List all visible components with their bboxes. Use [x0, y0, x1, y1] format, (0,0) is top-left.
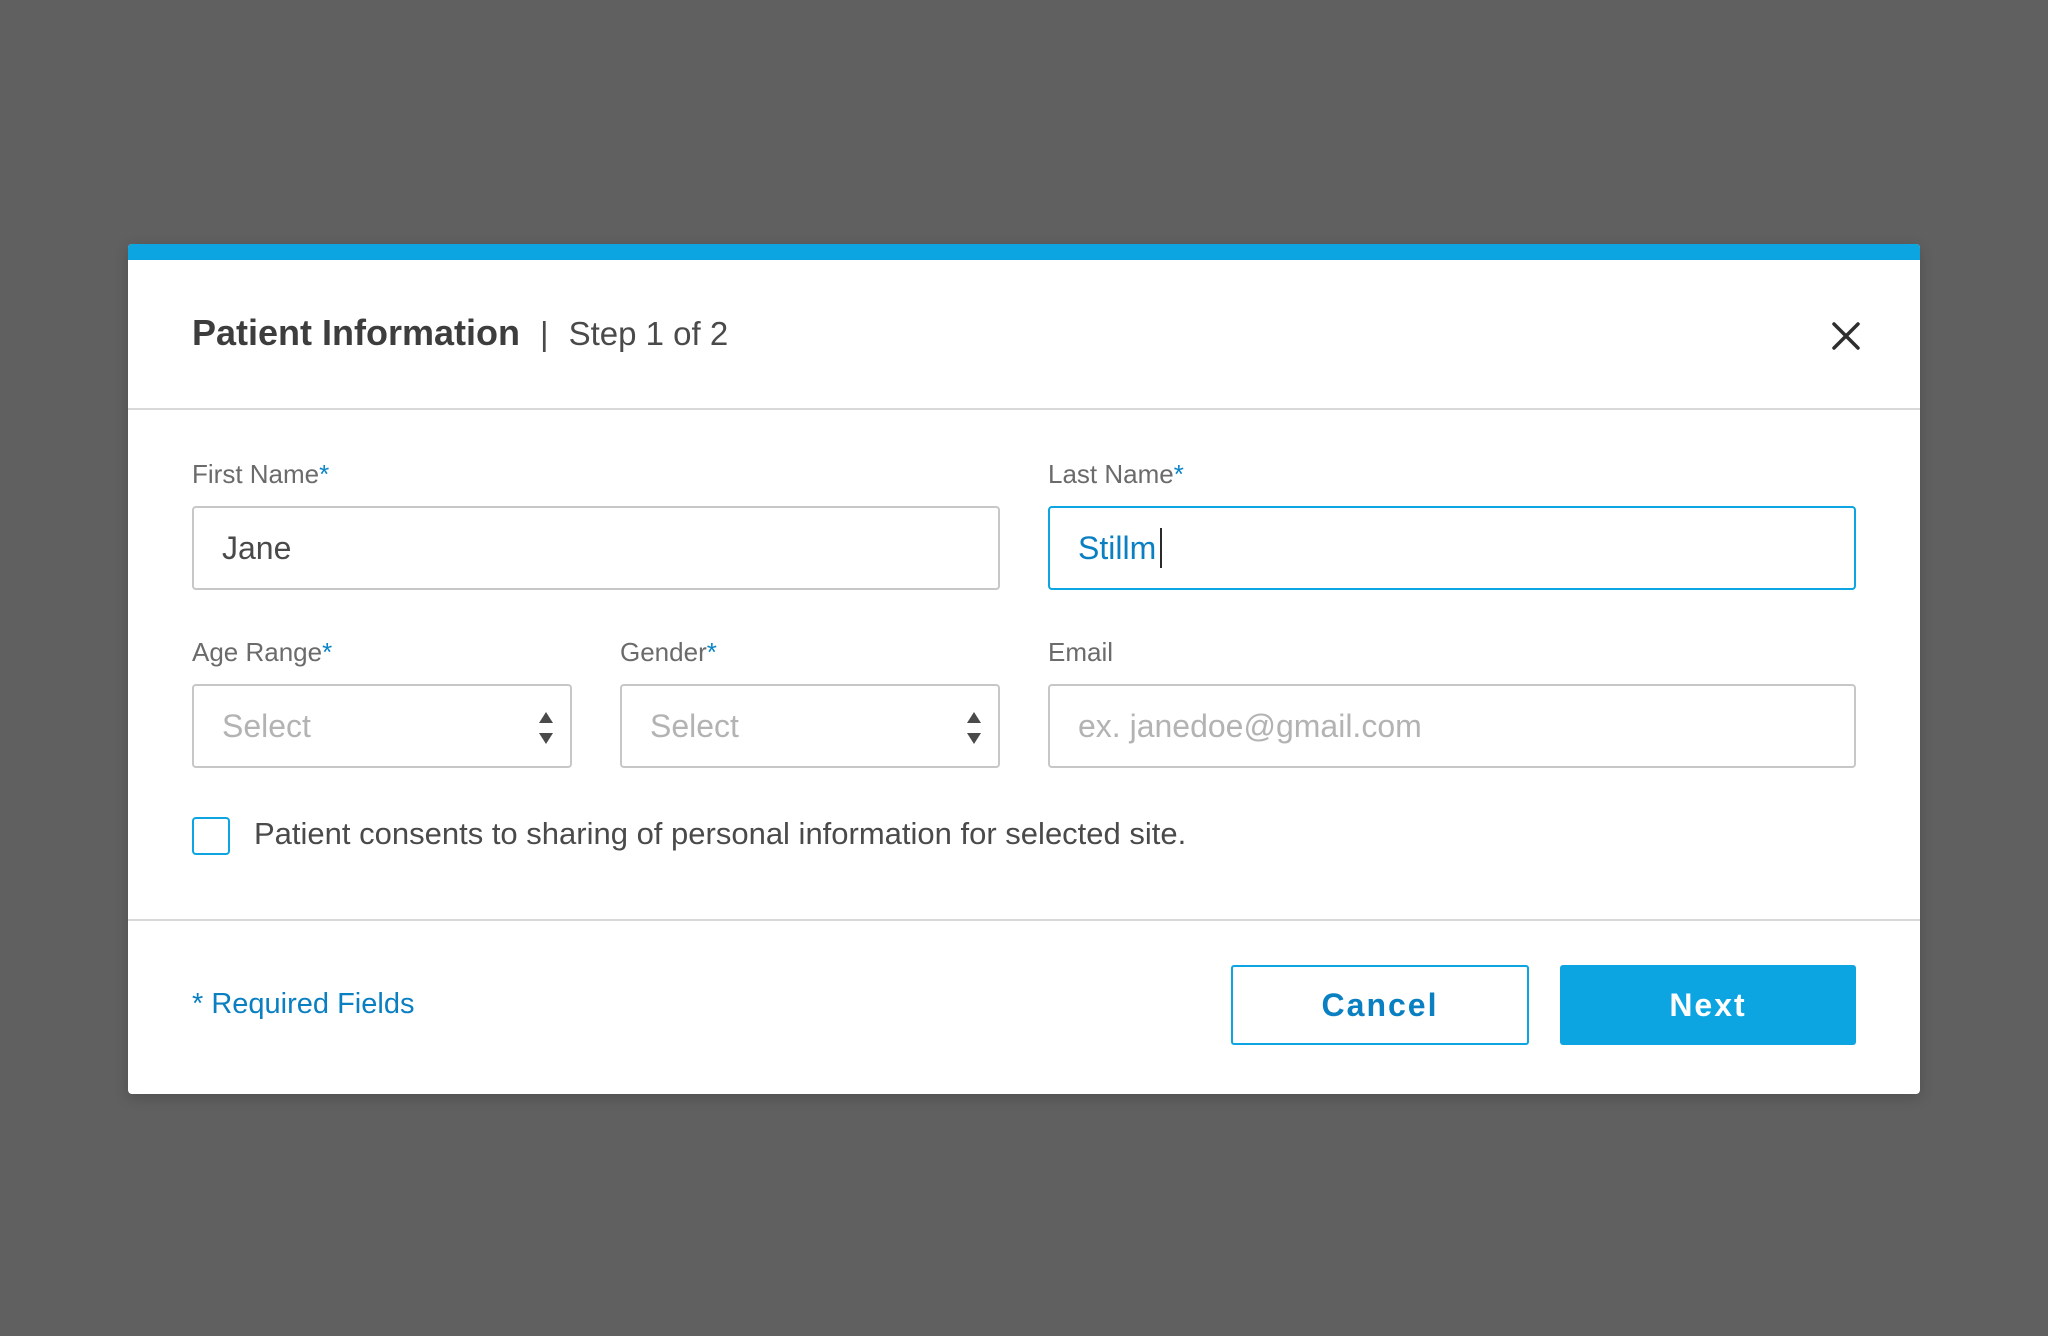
age-range-label: Age Range*: [192, 637, 333, 667]
modal-accent-bar: [128, 244, 1920, 260]
consent-label: Patient consents to sharing of personal …: [254, 816, 1187, 851]
select-arrows-icon: [539, 712, 553, 744]
consent-checkbox[interactable]: [192, 817, 230, 855]
title-separator: |: [540, 315, 549, 352]
last-name-label: Last Name*: [1048, 459, 1184, 489]
cancel-button[interactable]: Cancel: [1231, 965, 1529, 1045]
footer-divider: [128, 919, 1920, 921]
age-range-select[interactable]: Select: [192, 684, 572, 768]
gender-select[interactable]: Select: [620, 684, 1000, 768]
first-name-value: Jane: [222, 529, 292, 566]
last-name-value: Stillm: [1078, 529, 1157, 566]
age-range-placeholder: Select: [222, 707, 311, 744]
email-label: Email: [1048, 637, 1114, 667]
next-button[interactable]: Next: [1560, 965, 1856, 1045]
required-asterisk: *: [706, 637, 717, 667]
patient-information-modal: Patient Information | Step 1 of 2 First …: [128, 244, 1920, 1094]
text-caret: [1160, 528, 1163, 568]
first-name-input[interactable]: Jane: [192, 506, 1000, 590]
last-name-input[interactable]: Stillm: [1048, 506, 1856, 590]
required-asterisk: *: [322, 637, 333, 667]
step-indicator: Step 1 of 2: [568, 315, 729, 352]
gender-placeholder: Select: [650, 707, 739, 744]
select-arrows-icon: [967, 712, 981, 744]
email-input[interactable]: ex. janedoe@gmail.com: [1048, 684, 1856, 768]
modal-title-row: Patient Information | Step 1 of 2: [192, 312, 728, 354]
required-asterisk: *: [1173, 459, 1184, 489]
gender-label: Gender*: [620, 637, 717, 667]
close-button[interactable]: [1824, 314, 1868, 358]
first-name-label: First Name*: [192, 459, 330, 489]
header-divider: [128, 408, 1920, 410]
email-placeholder: ex. janedoe@gmail.com: [1078, 707, 1422, 744]
required-fields-note: * Required Fields: [192, 988, 415, 1020]
required-asterisk: *: [319, 459, 330, 489]
close-icon: [1832, 322, 1860, 350]
modal-title: Patient Information: [192, 312, 521, 353]
